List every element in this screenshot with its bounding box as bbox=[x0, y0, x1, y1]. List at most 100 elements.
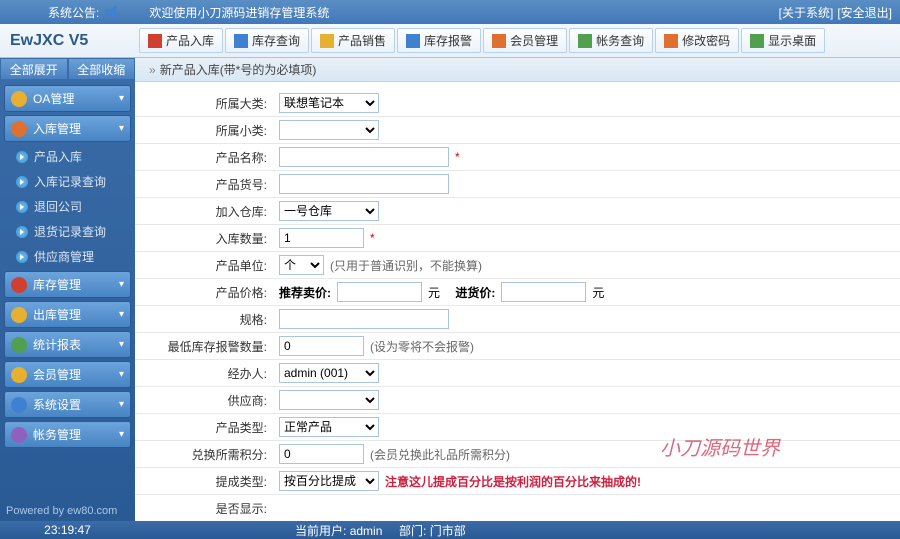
speaker-icon bbox=[105, 5, 119, 19]
sb-supplier[interactable]: 供应商管理 bbox=[12, 245, 129, 268]
tb-product-sale[interactable]: 产品销售 bbox=[311, 28, 395, 53]
tb-member-icon bbox=[492, 34, 506, 48]
sb-report-label: 统计报表 bbox=[33, 336, 81, 353]
label-warehouse: 加入仓库: bbox=[135, 203, 275, 220]
sb-oa-icon bbox=[11, 91, 27, 107]
label-qty: 入库数量: bbox=[135, 230, 275, 247]
chevron-right-icon: » bbox=[149, 63, 156, 77]
sb-in-records[interactable]: 入库记录查询 bbox=[12, 170, 129, 193]
input-points[interactable] bbox=[279, 444, 364, 464]
buy-price-label: 进货价: bbox=[455, 284, 495, 301]
label-small-cat: 所属小类: bbox=[135, 122, 275, 139]
input-sale-price[interactable] bbox=[337, 282, 422, 302]
select-bonus[interactable]: 按百分比提成 bbox=[279, 471, 379, 491]
tb-product-sale-label: 产品销售 bbox=[338, 32, 386, 49]
label-handler: 经办人: bbox=[135, 365, 275, 382]
select-supplier[interactable] bbox=[279, 390, 379, 410]
tb-change-pwd[interactable]: 修改密码 bbox=[655, 28, 739, 53]
tb-account-query-icon bbox=[578, 34, 592, 48]
sb-member-icon bbox=[11, 367, 27, 383]
input-buy-price[interactable] bbox=[501, 282, 586, 302]
tb-show-desktop[interactable]: 显示桌面 bbox=[741, 28, 825, 53]
tb-member[interactable]: 会员管理 bbox=[483, 28, 567, 53]
yuan-unit: 元 bbox=[428, 284, 440, 301]
sb-in[interactable]: 入库管理▾ bbox=[4, 115, 131, 142]
label-points: 兑换所需积分: bbox=[135, 446, 275, 463]
sb-stock-icon bbox=[11, 277, 27, 293]
chevron-down-icon: ▾ bbox=[119, 339, 124, 350]
sb-return-label: 退回公司 bbox=[34, 198, 82, 215]
dept-name: 门市部 bbox=[430, 524, 466, 538]
tb-stock-query[interactable]: 库存查询 bbox=[225, 28, 309, 53]
sb-in-label: 入库管理 bbox=[33, 120, 81, 137]
tb-product-in-icon bbox=[148, 34, 162, 48]
label-unit: 产品单位: bbox=[135, 257, 275, 274]
tb-account-query[interactable]: 帐务查询 bbox=[569, 28, 653, 53]
label-display: 是否显示: bbox=[135, 500, 275, 517]
yuan-unit: 元 bbox=[592, 284, 604, 301]
label-bonus: 提成类型: bbox=[135, 473, 275, 490]
sb-product-in[interactable]: 产品入库 bbox=[12, 145, 129, 168]
input-pname[interactable] bbox=[279, 147, 449, 167]
unit-hint: (只用于普通识别，不能换算) bbox=[330, 257, 482, 274]
sb-out-icon bbox=[11, 307, 27, 323]
required-mark: * bbox=[370, 231, 375, 245]
chevron-down-icon: ▾ bbox=[119, 279, 124, 290]
sb-return-records[interactable]: 退货记录查询 bbox=[12, 220, 129, 243]
sb-stock[interactable]: 库存管理▾ bbox=[4, 271, 131, 298]
select-big-cat[interactable]: 联想笔记本 bbox=[279, 93, 379, 113]
select-handler[interactable]: admin (001) bbox=[279, 363, 379, 383]
exit-link[interactable]: [安全退出] bbox=[837, 4, 892, 21]
sale-price-label: 推荐卖价: bbox=[279, 284, 331, 301]
sb-account-icon bbox=[11, 427, 27, 443]
sb-report[interactable]: 统计报表 ▾ bbox=[4, 331, 131, 358]
sb-settings-label: 系统设置 bbox=[33, 396, 81, 413]
input-spec[interactable] bbox=[279, 309, 449, 329]
input-qty[interactable] bbox=[279, 228, 364, 248]
tb-stock-alarm[interactable]: 库存报警 bbox=[397, 28, 481, 53]
sb-account[interactable]: 帐务管理 ▾ bbox=[4, 421, 131, 448]
chevron-down-icon: ▾ bbox=[119, 309, 124, 320]
label-price: 产品价格: bbox=[135, 284, 275, 301]
expand-all-button[interactable]: 全部展开 bbox=[0, 58, 68, 80]
collapse-all-button[interactable]: 全部收缩 bbox=[68, 58, 136, 80]
sb-member[interactable]: 会员管理▾ bbox=[4, 361, 131, 388]
chevron-down-icon: ▾ bbox=[119, 399, 124, 410]
sb-settings[interactable]: 系统设置 ▾ bbox=[4, 391, 131, 418]
required-mark: * bbox=[455, 150, 460, 164]
select-small-cat[interactable] bbox=[279, 120, 379, 140]
powered-by: Powered by ew80.com bbox=[0, 501, 135, 521]
min-hint: (设为零将不会报警) bbox=[370, 338, 474, 355]
select-unit[interactable]: 个 bbox=[279, 255, 324, 275]
dept-label: 部门: bbox=[399, 524, 426, 538]
sb-return[interactable]: 退回公司 bbox=[12, 195, 129, 218]
play-icon bbox=[16, 251, 28, 263]
announce-label: 系统公告: bbox=[48, 4, 99, 21]
points-hint: (会员兑换此礼品所需积分) bbox=[370, 446, 510, 463]
input-min[interactable] bbox=[279, 336, 364, 356]
tb-stock-query-icon bbox=[234, 34, 248, 48]
tb-stock-alarm-icon bbox=[406, 34, 420, 48]
label-ptype: 产品类型: bbox=[135, 419, 275, 436]
sb-oa-label: OA管理 bbox=[33, 90, 74, 107]
label-min: 最低库存报警数量: bbox=[135, 338, 275, 355]
tb-product-in[interactable]: 产品入库 bbox=[139, 28, 223, 53]
tb-product-sale-icon bbox=[320, 34, 334, 48]
tb-stock-alarm-label: 库存报警 bbox=[424, 32, 472, 49]
select-ptype[interactable]: 正常产品 bbox=[279, 417, 379, 437]
sb-account-label: 帐务管理 bbox=[33, 426, 81, 443]
label-supplier: 供应商: bbox=[135, 392, 275, 409]
sb-out[interactable]: 出库管理▾ bbox=[4, 301, 131, 328]
select-warehouse[interactable]: 一号仓库 bbox=[279, 201, 379, 221]
tb-stock-query-label: 库存查询 bbox=[252, 32, 300, 49]
sb-in-icon bbox=[11, 121, 27, 137]
input-pcode[interactable] bbox=[279, 174, 449, 194]
tb-show-desktop-icon bbox=[750, 34, 764, 48]
chevron-down-icon: ▾ bbox=[119, 429, 124, 440]
app-logo: EwJXC V5 bbox=[0, 32, 135, 50]
tb-change-pwd-icon bbox=[664, 34, 678, 48]
sb-oa[interactable]: OA管理▾ bbox=[4, 85, 131, 112]
about-link[interactable]: [关于系统] bbox=[779, 4, 834, 21]
sb-return-records-label: 退货记录查询 bbox=[34, 223, 106, 240]
tb-change-pwd-label: 修改密码 bbox=[682, 32, 730, 49]
